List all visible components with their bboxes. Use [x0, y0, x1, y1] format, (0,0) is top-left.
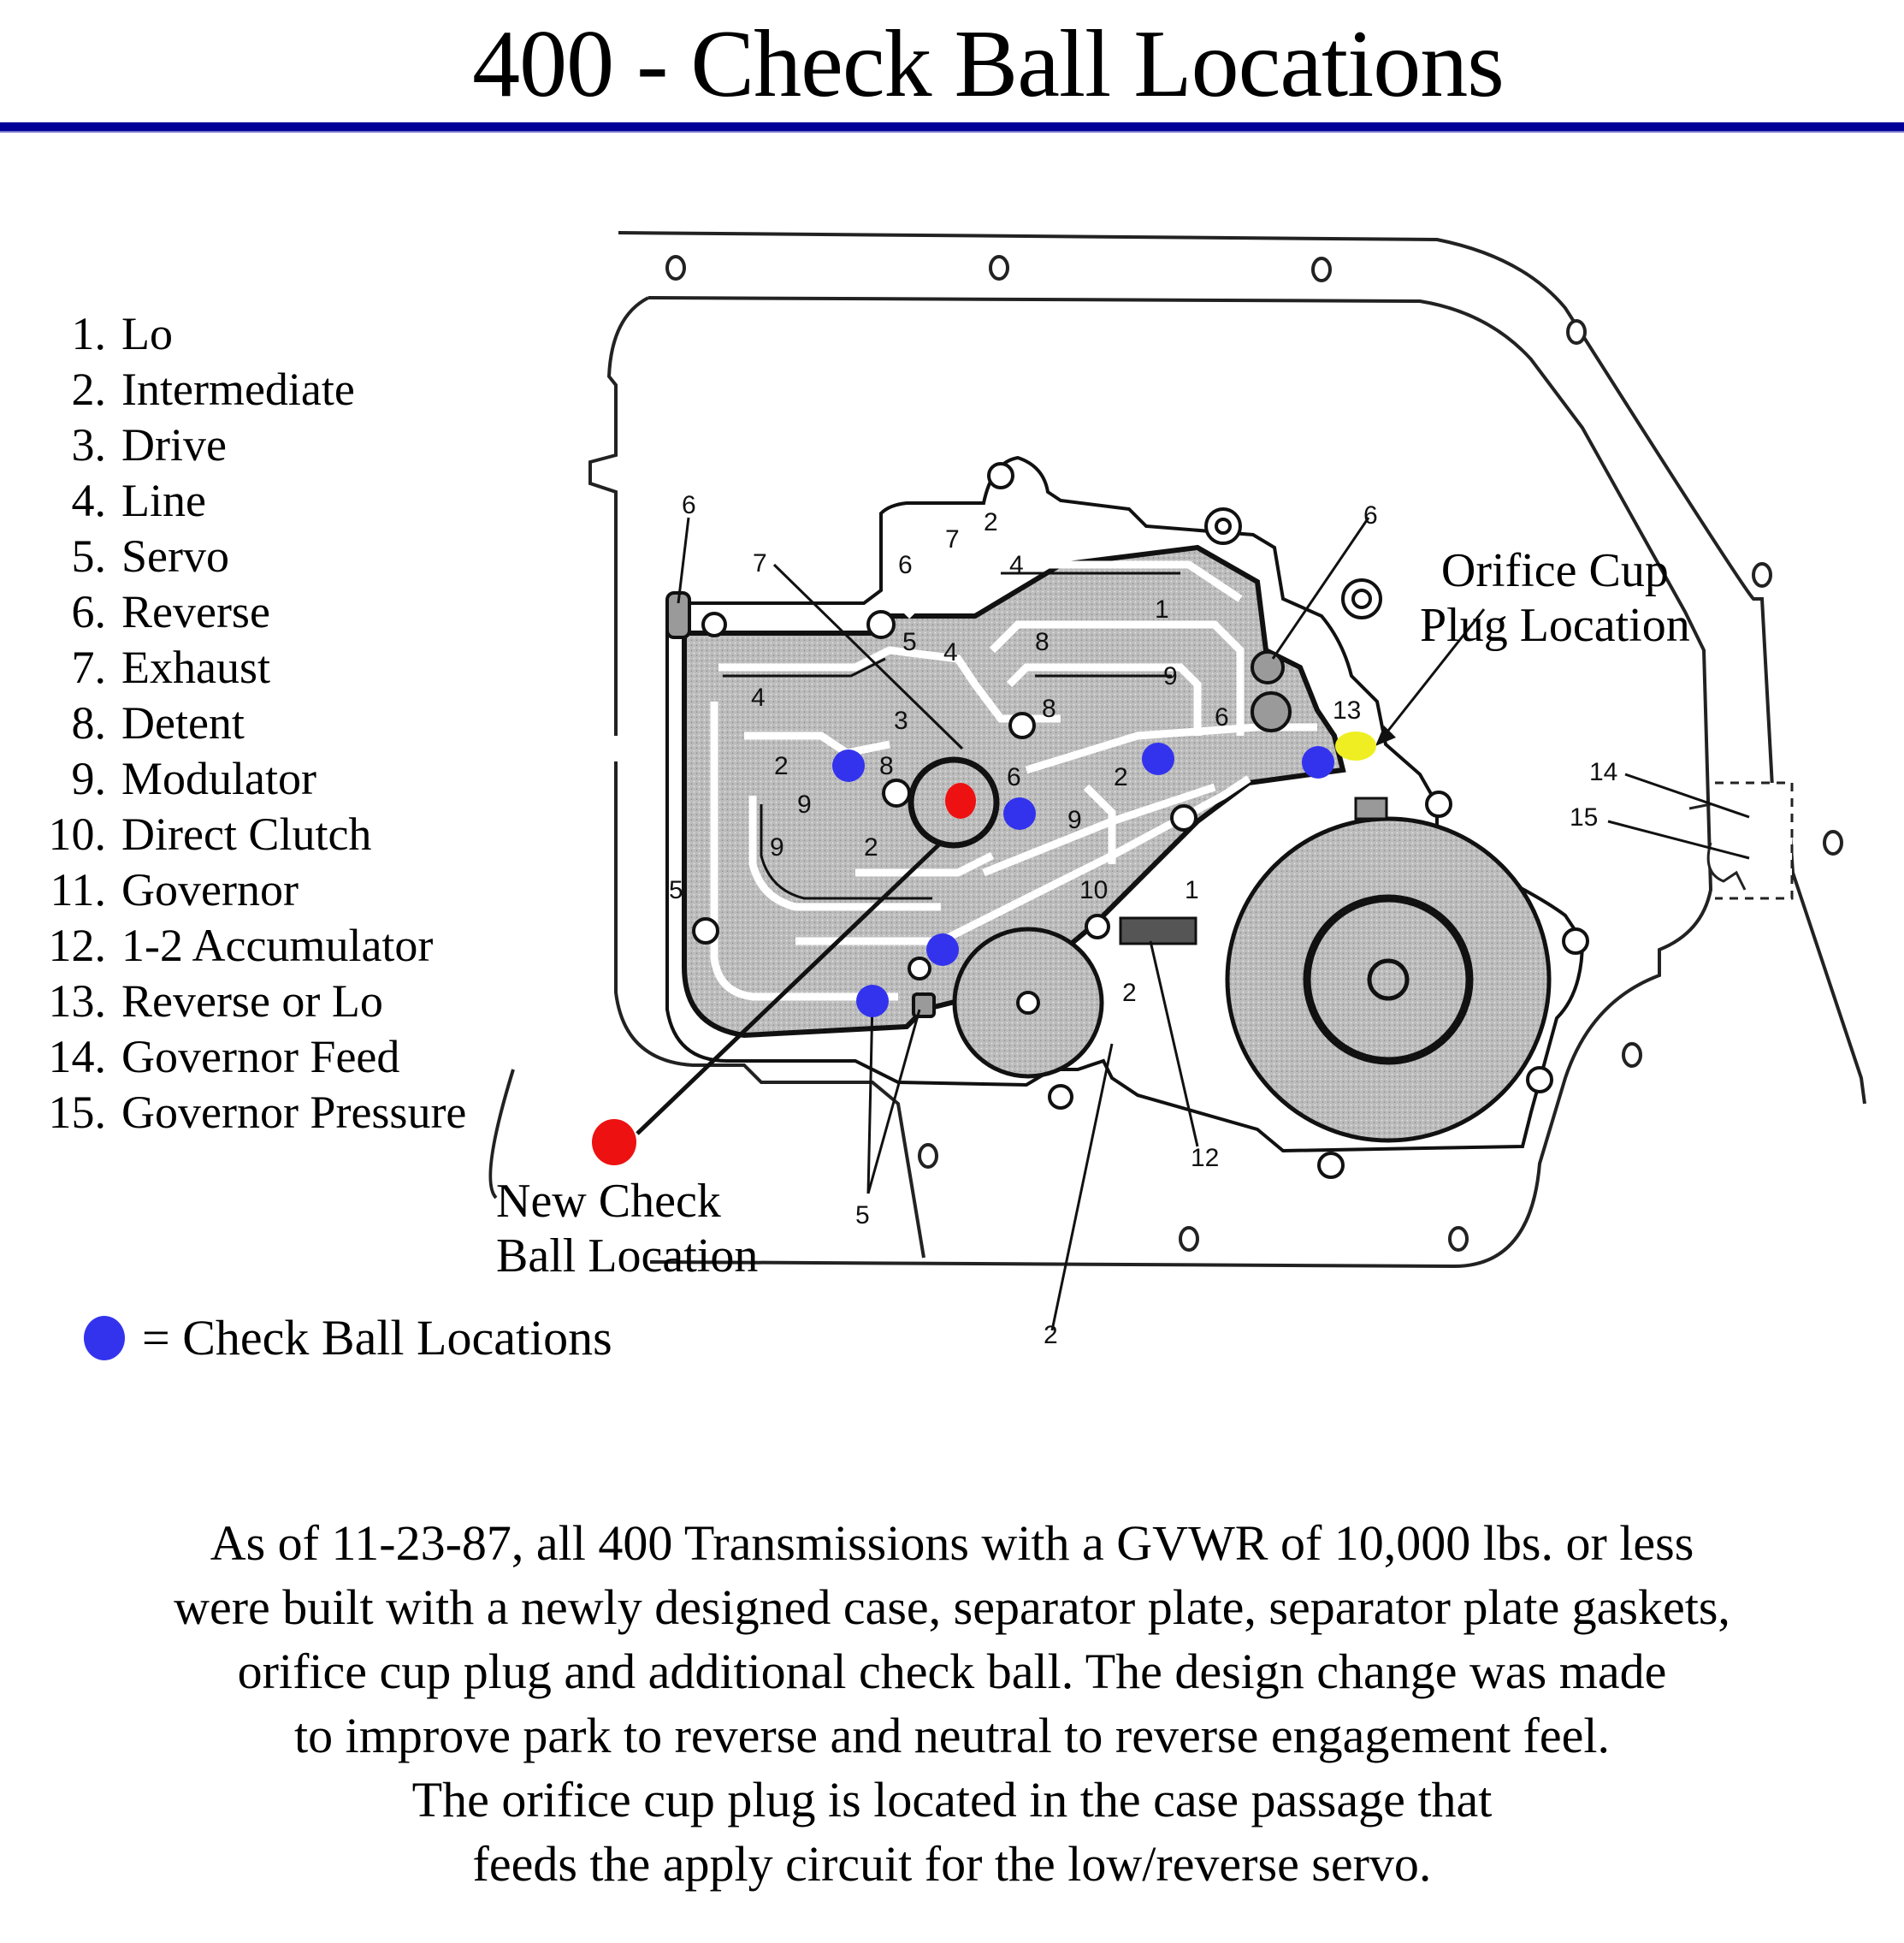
check-ball-marker — [832, 749, 865, 782]
passage-label: 2 — [984, 508, 998, 536]
passage-label: 2 — [774, 752, 789, 780]
leader-label: 5 — [855, 1201, 870, 1229]
check-ball-marker — [1302, 746, 1334, 779]
passage-label: 7 — [945, 525, 960, 554]
note-line: The orifice cup plug is located in the c… — [411, 1772, 1493, 1827]
orifice-cup-callout: Orifice Cup Plug Location — [1420, 543, 1690, 653]
passage-label: 6 — [1007, 763, 1021, 791]
passage-label: 9 — [1067, 806, 1082, 834]
orifice-cup-plug-marker — [1335, 732, 1376, 761]
passage-label: 8 — [879, 752, 894, 780]
bolt-hole — [1823, 830, 1843, 856]
leader-label: 15 — [1570, 803, 1598, 832]
leader-label: 6 — [1363, 501, 1378, 530]
passage-label: 5 — [669, 876, 683, 904]
leader-label: 7 — [753, 549, 767, 578]
passage-label: 8 — [1042, 695, 1056, 723]
passage-label: 1 — [1155, 595, 1169, 624]
new-check-ball-callout: New Check Ball Location — [496, 1174, 758, 1283]
passage-label: 9 — [797, 791, 812, 819]
passage-label: 8 — [1035, 628, 1050, 656]
check-ball-marker — [1003, 797, 1036, 830]
leader-label: 6 — [682, 491, 696, 519]
passage-label: 2 — [1114, 763, 1128, 791]
leader-label: 14 — [1589, 758, 1617, 786]
bolt-hole — [1179, 1226, 1199, 1252]
leader-label: 12 — [1191, 1144, 1219, 1172]
bolt-hole — [1311, 257, 1332, 282]
map-key: = Check Ball Locations — [84, 1309, 612, 1366]
passage-label: 10 — [1079, 876, 1108, 904]
passage-label: 4 — [1009, 551, 1024, 579]
bolt-hole — [1752, 562, 1772, 588]
passage-label: 9 — [1163, 662, 1178, 690]
passage-label: 4 — [943, 638, 958, 666]
bolt-hole — [918, 1143, 938, 1169]
service-note: As of 11-23-87, all 400 Transmissions wi… — [0, 1511, 1904, 1896]
passage-label: 5 — [902, 628, 917, 656]
bolt-hole — [1566, 319, 1587, 345]
new-check-ball-marker — [945, 783, 976, 819]
note-line: feeds the apply circuit for the low/reve… — [472, 1836, 1432, 1892]
check-ball-dot-icon — [84, 1315, 125, 1360]
note-line: to improve park to reverse and neutral t… — [294, 1708, 1610, 1763]
note-line: were built with a newly designed case, s… — [174, 1579, 1730, 1635]
passage-label: 6 — [1215, 703, 1229, 732]
note-line: As of 11-23-87, all 400 Transmissions wi… — [210, 1515, 1694, 1571]
callout-line: Plug Location — [1420, 599, 1690, 652]
leader-label: 2 — [1044, 1321, 1058, 1349]
passage-label: 13 — [1333, 696, 1361, 725]
key-label: = Check Ball Locations — [142, 1310, 612, 1365]
passage-label: 2 — [1122, 979, 1137, 1007]
callout-line: Orifice Cup — [1440, 544, 1669, 597]
bolt-hole — [1448, 1226, 1469, 1252]
new-check-ball-callout-marker — [592, 1119, 636, 1165]
servo-bore — [1225, 816, 1552, 1143]
bolt-hole — [665, 255, 686, 281]
passage-label: 1 — [1185, 876, 1199, 904]
bolt-hole — [989, 255, 1009, 281]
check-ball-marker — [1142, 743, 1174, 775]
transmission-case-diagram: 7 2 6 4 5 4 8 1 9 4 3 8 2 8 9 9 2 6 9 2 … — [488, 231, 1866, 1349]
passage-label: 4 — [751, 684, 766, 712]
bolt-hole — [1622, 1042, 1642, 1068]
passage-label: 3 — [894, 707, 908, 735]
check-ball-marker — [856, 985, 889, 1017]
passage-label: 2 — [864, 833, 878, 862]
note-line: orifice cup plug and additional check ba… — [237, 1644, 1667, 1699]
callout-line: New Check — [496, 1175, 721, 1228]
check-ball-marker — [926, 933, 959, 966]
passage-label: 6 — [898, 551, 913, 579]
passage-label: 9 — [770, 833, 784, 862]
callout-line: Ball Location — [496, 1229, 759, 1282]
